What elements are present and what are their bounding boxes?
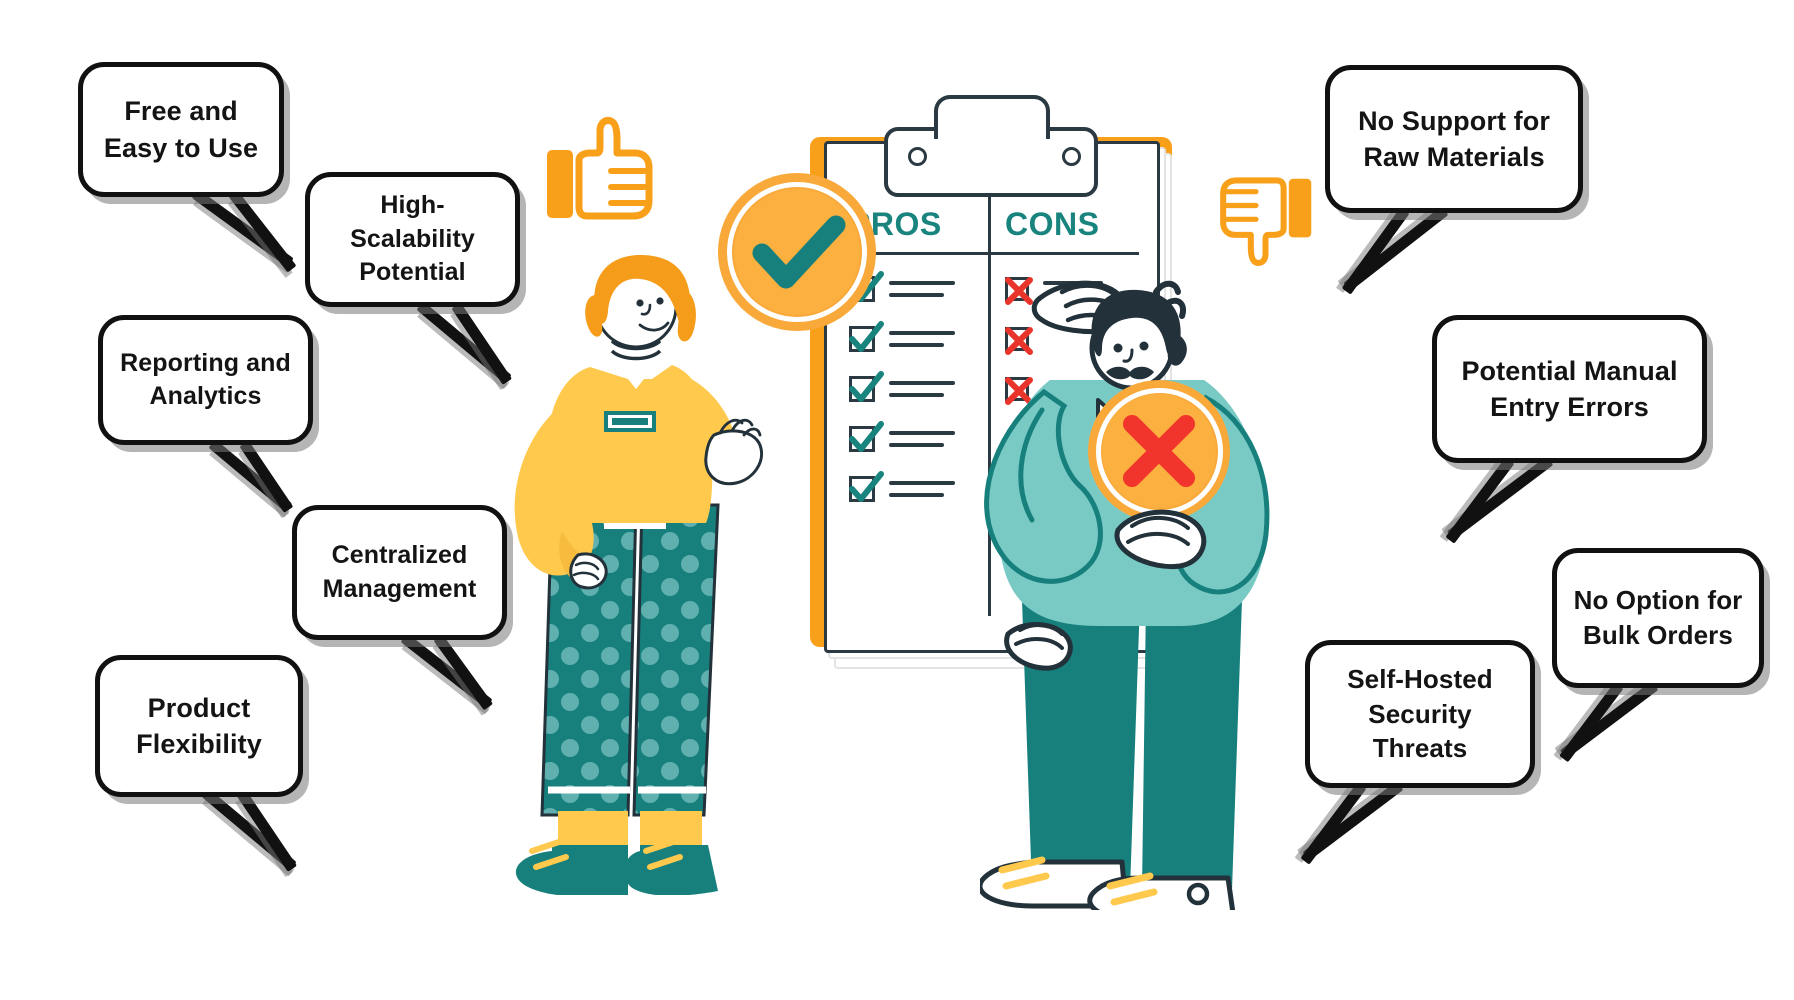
bubble-label: Potential Manual Entry Errors	[1461, 355, 1678, 422]
bubble-label: High-Scalability Potential	[350, 191, 475, 287]
bubble-tail	[1559, 680, 1794, 790]
pros-bubble-high-scalability[interactable]: High-Scalability Potential	[305, 172, 520, 307]
bubble-label: Free and Easy to Use	[103, 96, 259, 163]
bubble-label: Product Flexibility	[136, 692, 262, 759]
clip-hole-left	[908, 147, 927, 166]
check-circle-badge	[718, 173, 876, 331]
clip-hole-right	[1062, 147, 1081, 166]
bubble-tail	[1341, 205, 1595, 325]
row-line-upper	[889, 331, 955, 335]
cons-bubble-no-option-bulk-orders[interactable]: No Option for Bulk Orders	[1552, 548, 1764, 688]
pros-bubble-free-and-easy-to-use[interactable]: Free and Easy to Use	[78, 62, 284, 197]
row-line-lower	[889, 443, 944, 447]
cons-bubble-no-support-raw-materials[interactable]: No Support for Raw Materials	[1325, 65, 1583, 213]
row-line-upper	[889, 281, 955, 285]
pros-bubble-reporting-and-analytics[interactable]: Reporting and Analytics	[98, 315, 313, 445]
bubble-label: Centralized Management	[322, 541, 477, 603]
bubble-label: No Support for Raw Materials	[1358, 105, 1550, 172]
thumbs-down-icon	[1218, 168, 1313, 273]
row-line-lower	[889, 493, 944, 497]
cons-bubble-self-hosted-security[interactable]: Self-Hosted Security Threats	[1305, 640, 1535, 788]
bubble-tail	[201, 787, 335, 887]
pros-bubble-product-flexibility[interactable]: Product Flexibility	[95, 655, 303, 797]
checkbox-icon	[849, 371, 884, 402]
woman-figure	[514, 255, 763, 897]
checkbox-icon	[849, 471, 884, 502]
row-line-upper	[889, 431, 955, 435]
infographic-canvas: PROS CONS Free and Easy to Use High-Scal…	[0, 0, 1794, 1000]
cons-bubble-potential-manual-errors[interactable]: Potential Manual Entry Errors	[1432, 315, 1707, 463]
checkbox-icon	[849, 421, 884, 452]
bubble-label: Reporting and Analytics	[120, 348, 291, 411]
man-hand-on-badge	[1108, 480, 1228, 570]
row-line-lower	[889, 393, 944, 397]
thumbs-up-icon	[545, 115, 655, 235]
bubble-label: Self-Hosted Security Threats	[1347, 663, 1493, 764]
pros-bubble-centralized-management[interactable]: Centralized Management	[292, 505, 507, 640]
bubble-tail	[1300, 780, 1540, 890]
row-line-upper	[889, 481, 955, 485]
row-line-lower	[889, 293, 944, 297]
row-line-upper	[889, 381, 955, 385]
character-woman	[500, 255, 770, 897]
bubble-label: No Option for Bulk Orders	[1573, 585, 1743, 650]
row-line-lower	[889, 343, 944, 347]
clip-seam	[938, 129, 1038, 143]
